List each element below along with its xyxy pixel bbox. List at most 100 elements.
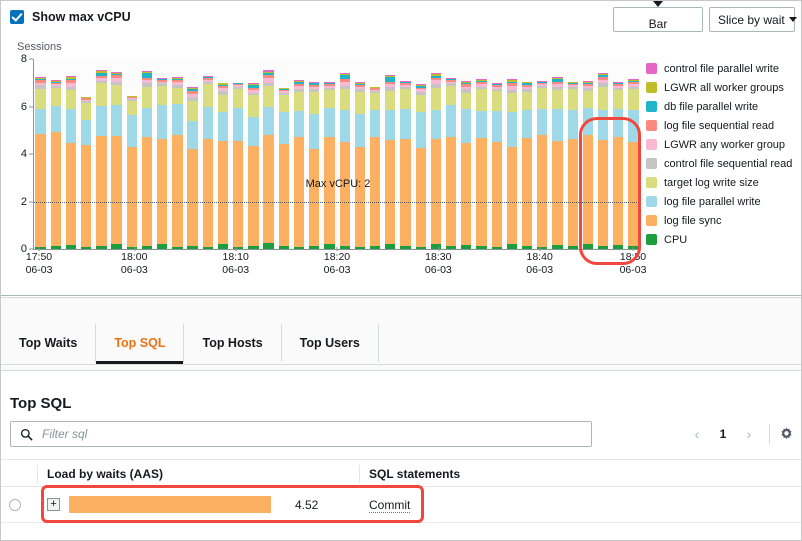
- stacked-bar[interactable]: [66, 76, 76, 249]
- legend-item[interactable]: CPU: [646, 230, 801, 249]
- stacked-bar[interactable]: [187, 87, 197, 249]
- stacked-bar[interactable]: [81, 97, 91, 249]
- legend-item[interactable]: db file parallel write: [646, 97, 801, 116]
- slice-by-select[interactable]: Slice by wait: [709, 7, 795, 32]
- stacked-bar[interactable]: [598, 73, 608, 249]
- stacked-bar[interactable]: [279, 88, 289, 249]
- bar-column[interactable]: [398, 59, 413, 249]
- legend-item[interactable]: control file sequential read: [646, 154, 801, 173]
- stacked-bar[interactable]: [416, 84, 426, 249]
- legend-item[interactable]: LGWR any worker group: [646, 135, 801, 154]
- show-max-vcpu-checkbox[interactable]: Show max vCPU: [10, 10, 131, 24]
- bar-column[interactable]: [246, 59, 261, 249]
- bar-column[interactable]: [291, 59, 306, 249]
- bar-column[interactable]: [63, 59, 78, 249]
- stacked-bar[interactable]: [613, 82, 623, 249]
- stacked-bar[interactable]: [568, 82, 578, 249]
- bar-column[interactable]: [565, 59, 580, 249]
- column-header-load-by-waits[interactable]: Load by waits (AAS): [47, 460, 163, 488]
- bar-column[interactable]: [200, 59, 215, 249]
- stacked-bar[interactable]: [142, 71, 152, 249]
- search-sql-box[interactable]: [10, 421, 592, 447]
- bar-column[interactable]: [489, 59, 504, 249]
- stacked-bar[interactable]: [446, 78, 456, 249]
- legend-item[interactable]: control file parallel write: [646, 59, 801, 78]
- bar-column[interactable]: [443, 59, 458, 249]
- stacked-bar[interactable]: [309, 82, 319, 249]
- legend-item[interactable]: log file sync: [646, 211, 801, 230]
- chart-type-select[interactable]: Bar: [613, 7, 703, 32]
- page-number[interactable]: 1: [711, 422, 735, 446]
- bar-column[interactable]: [322, 59, 337, 249]
- bar-column[interactable]: [550, 59, 565, 249]
- stacked-bar[interactable]: [203, 76, 213, 249]
- stacked-bar[interactable]: [537, 81, 547, 249]
- bar-column[interactable]: [413, 59, 428, 249]
- stacked-bar[interactable]: [172, 77, 182, 249]
- stacked-bar[interactable]: [111, 72, 121, 249]
- stacked-bar[interactable]: [263, 70, 273, 249]
- stacked-bar[interactable]: [476, 79, 486, 249]
- bar-column[interactable]: [33, 59, 48, 249]
- stacked-bar[interactable]: [157, 78, 167, 249]
- bar-column[interactable]: [337, 59, 352, 249]
- stacked-bar[interactable]: [370, 87, 380, 249]
- bar-column[interactable]: [474, 59, 489, 249]
- gear-icon[interactable]: [778, 426, 795, 443]
- bar-column[interactable]: [79, 59, 94, 249]
- legend-item[interactable]: LGWR all worker groups: [646, 78, 801, 97]
- bar-column[interactable]: [155, 59, 170, 249]
- bar-column[interactable]: [535, 59, 550, 249]
- checkbox-checked-icon[interactable]: [10, 10, 24, 24]
- legend-item[interactable]: log file sequential read: [646, 116, 801, 135]
- stacked-bar[interactable]: [507, 79, 517, 249]
- stacked-bar[interactable]: [583, 81, 593, 249]
- stacked-bar[interactable]: [340, 73, 350, 249]
- bar-column[interactable]: [626, 59, 641, 249]
- bar-column[interactable]: [596, 59, 611, 249]
- stacked-bar[interactable]: [552, 77, 562, 249]
- bar-column[interactable]: [94, 59, 109, 249]
- stacked-bar[interactable]: [233, 83, 243, 249]
- prev-page-button[interactable]: ‹: [685, 422, 709, 446]
- bar-column[interactable]: [459, 59, 474, 249]
- stacked-bar[interactable]: [385, 75, 395, 249]
- stacked-bar[interactable]: [96, 70, 106, 249]
- legend-item[interactable]: target log write size: [646, 173, 801, 192]
- stacked-bar[interactable]: [218, 83, 228, 249]
- stacked-bar[interactable]: [127, 96, 137, 249]
- tab-top-users[interactable]: Top Users: [282, 324, 379, 362]
- stacked-bar[interactable]: [294, 80, 304, 249]
- search-input[interactable]: [40, 426, 582, 442]
- stacked-bar[interactable]: [461, 81, 471, 249]
- bar-column[interactable]: [185, 59, 200, 249]
- bar-column[interactable]: [367, 59, 382, 249]
- stacked-bar[interactable]: [492, 83, 502, 249]
- bar-column[interactable]: [231, 59, 246, 249]
- table-row[interactable]: + 4.52 Commit: [1, 487, 802, 523]
- bar-column[interactable]: [215, 59, 230, 249]
- bar-column[interactable]: [520, 59, 535, 249]
- stacked-bar[interactable]: [35, 77, 45, 249]
- legend-item[interactable]: log file parallel write: [646, 192, 801, 211]
- bar-column[interactable]: [109, 59, 124, 249]
- row-expand-button[interactable]: +: [47, 498, 60, 511]
- tab-top-hosts[interactable]: Top Hosts: [184, 324, 281, 362]
- stacked-bar[interactable]: [355, 82, 365, 249]
- bar-column[interactable]: [504, 59, 519, 249]
- stacked-bar[interactable]: [324, 82, 334, 249]
- bar-column[interactable]: [580, 59, 595, 249]
- stacked-bar[interactable]: [628, 79, 638, 249]
- tab-top-waits[interactable]: Top Waits: [1, 324, 96, 362]
- bar-column[interactable]: [383, 59, 398, 249]
- bar-column[interactable]: [352, 59, 367, 249]
- tab-top-sql[interactable]: Top SQL: [96, 324, 184, 362]
- sql-statement-link[interactable]: Commit: [369, 498, 410, 513]
- stacked-bar[interactable]: [431, 73, 441, 249]
- stacked-bar[interactable]: [522, 82, 532, 249]
- stacked-bar[interactable]: [400, 81, 410, 249]
- bar-column[interactable]: [261, 59, 276, 249]
- bar-column[interactable]: [139, 59, 154, 249]
- row-radio-button[interactable]: [9, 499, 21, 511]
- stacked-bar[interactable]: [51, 80, 61, 249]
